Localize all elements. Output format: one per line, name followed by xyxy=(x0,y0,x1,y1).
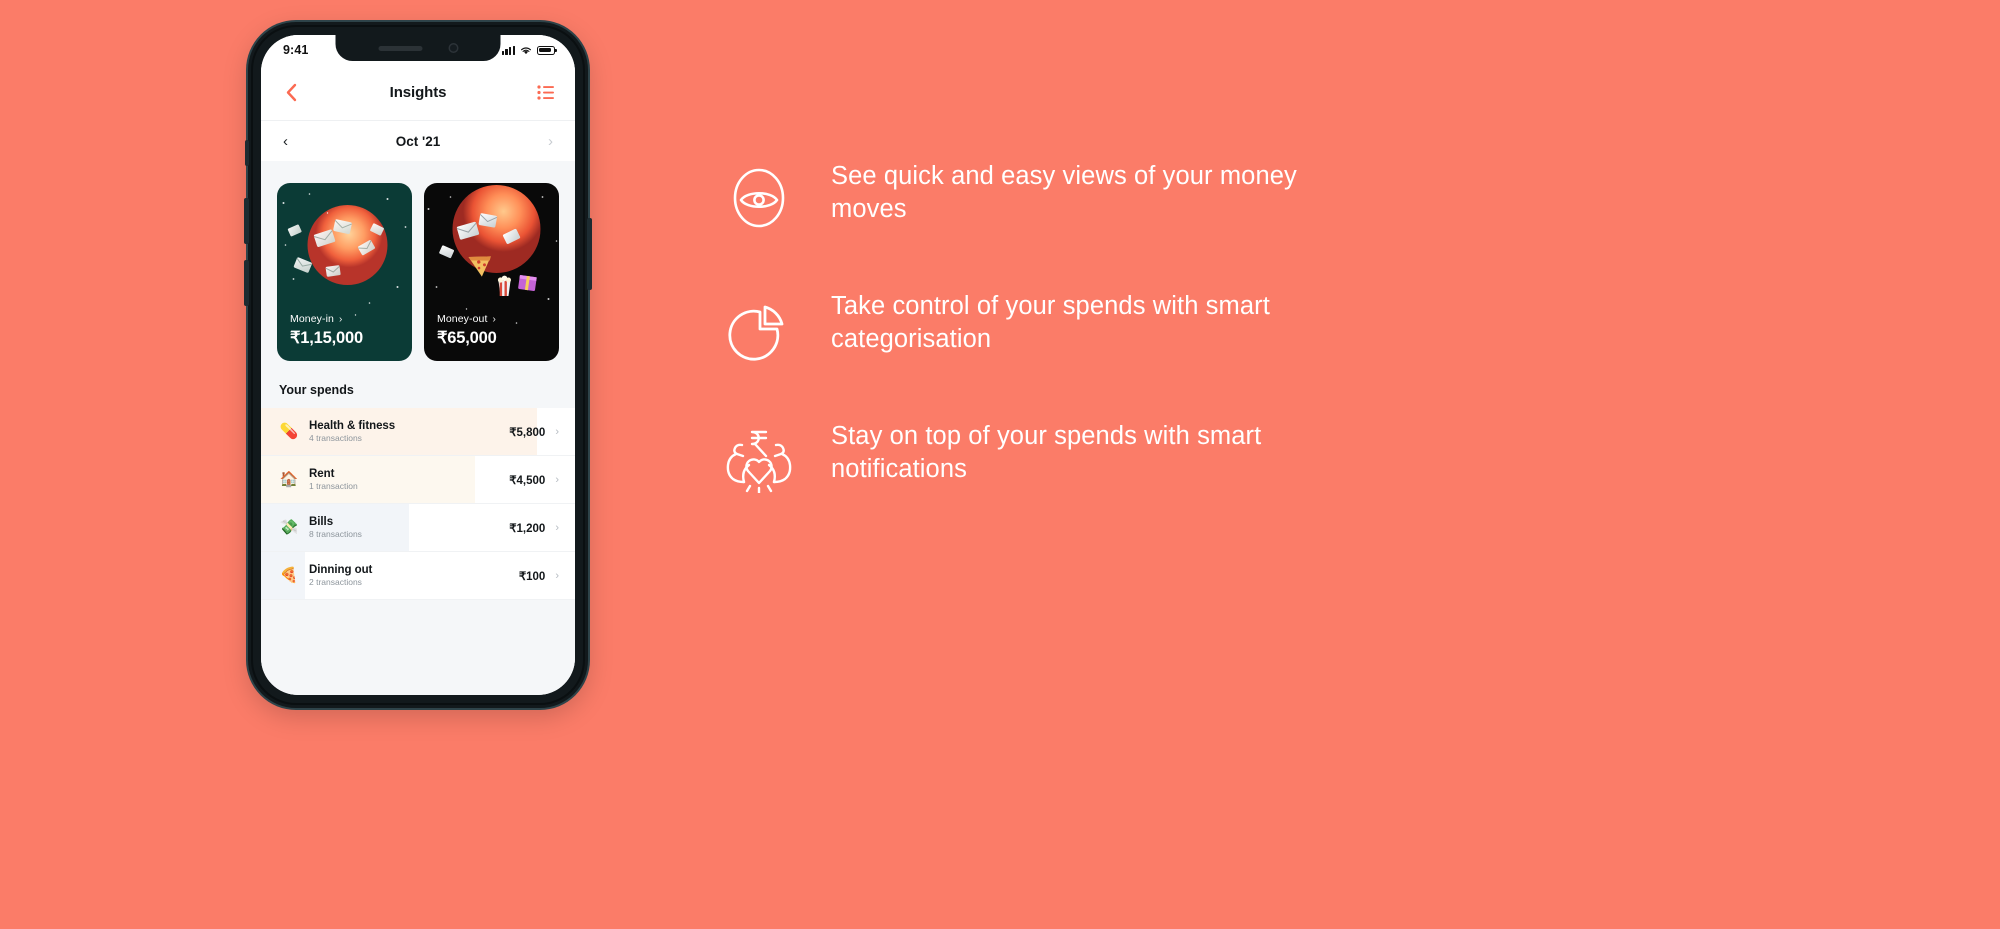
spend-category-name: Dinning out xyxy=(309,564,373,576)
spend-category-name: Rent xyxy=(309,468,335,480)
phone-notch xyxy=(335,35,501,61)
phone-mute-switch[interactable] xyxy=(245,140,249,166)
spend-transaction-count: 8 transactions xyxy=(309,529,362,539)
chevron-right-icon: › xyxy=(555,473,559,486)
status-time: 9:41 xyxy=(283,43,309,57)
feature-text: Stay on top of your spends with smart no… xyxy=(831,422,1262,484)
previous-month-button[interactable]: ‹ xyxy=(283,134,288,149)
money-out-label-text: Money-out xyxy=(437,313,488,325)
next-month-button[interactable]: › xyxy=(548,134,553,149)
spend-transaction-count: 2 transactions xyxy=(309,577,362,587)
spend-row-text: Bills 8 transactions xyxy=(309,516,509,539)
chevron-left-icon xyxy=(286,83,297,102)
pill-icon: 💊 xyxy=(279,423,299,440)
spend-row-text: Health & fitness 4 transactions xyxy=(309,420,509,443)
pie-chart-icon xyxy=(728,305,784,361)
money-in-label: Money-in › xyxy=(290,313,399,325)
spend-amount: ₹100 xyxy=(518,570,546,583)
flexing-arms-rupee-heart-icon-wrap xyxy=(723,422,795,494)
spend-category-list: 💊 Health & fitness 4 transactions ₹5,800… xyxy=(261,408,575,600)
money-summary-cards: Money-in › ₹1,15,000 Money-out › ₹65,000 xyxy=(261,161,575,361)
spend-transaction-count: 4 transactions xyxy=(309,433,362,443)
list-menu-icon xyxy=(536,85,554,100)
house-icon: 🏠 xyxy=(279,471,299,488)
spend-row-rent[interactable]: 🏠 Rent 1 transaction ₹4,500 › xyxy=(261,456,575,504)
phone-volume-down-button[interactable] xyxy=(244,260,249,306)
feature-item-notifications: Stay on top of your spends with smart no… xyxy=(723,420,1363,494)
spend-row-text: Rent 1 transaction xyxy=(309,468,509,491)
app-navigation-bar: Insights xyxy=(261,65,575,120)
back-button[interactable] xyxy=(280,82,302,104)
status-icons xyxy=(501,45,557,55)
phone-screen: 9:41 Insights ‹ Oct '21 › Money-in › ₹1,… xyxy=(261,35,575,695)
spend-transaction-count: 1 transaction xyxy=(309,481,358,491)
chevron-right-icon: › xyxy=(555,425,559,438)
current-month-label: Oct '21 xyxy=(395,133,441,149)
chevron-right-icon: › xyxy=(492,313,496,325)
wifi-icon xyxy=(521,46,531,54)
list-menu-button[interactable] xyxy=(534,82,556,104)
pizza-icon: 🍕 xyxy=(279,567,299,584)
chevron-right-icon: › xyxy=(555,569,559,582)
spend-category-name: Health & fitness xyxy=(309,420,396,432)
spend-amount: ₹4,500 xyxy=(509,474,546,487)
spend-row-bills[interactable]: 💸 Bills 8 transactions ₹1,200 › xyxy=(261,504,575,552)
insights-content: Money-in › ₹1,15,000 Money-out › ₹65,000… xyxy=(261,161,575,695)
front-camera-icon xyxy=(448,43,458,53)
money-in-card[interactable]: Money-in › ₹1,15,000 xyxy=(277,183,412,361)
money-in-amount: ₹1,15,000 xyxy=(290,329,363,347)
month-switcher: ‹ Oct '21 › xyxy=(261,120,575,161)
spend-row-text: Dinning out 2 transactions xyxy=(309,564,519,587)
phone-power-button[interactable] xyxy=(587,218,592,290)
your-spends-heading: Your spends xyxy=(261,361,575,408)
money-in-label-text: Money-in xyxy=(290,313,334,325)
money-out-label: Money-out › xyxy=(437,313,546,325)
feature-text: Take control of your spends with smart c… xyxy=(831,292,1270,354)
feature-list: See quick and easy views of your money m… xyxy=(723,160,1363,494)
spend-amount: ₹1,200 xyxy=(509,522,546,535)
feature-item-categorisation: Take control of your spends with smart c… xyxy=(723,290,1363,364)
eye-icon-wrap xyxy=(723,162,795,234)
pie-chart-icon-wrap xyxy=(723,292,795,364)
spend-category-name: Bills xyxy=(309,516,334,528)
money-with-wings-icon: 💸 xyxy=(279,519,299,536)
spend-row-health-fitness[interactable]: 💊 Health & fitness 4 transactions ₹5,800… xyxy=(261,408,575,456)
eye-icon xyxy=(733,168,785,228)
phone-mockup: 9:41 Insights ‹ Oct '21 › Money-in › ₹1,… xyxy=(244,22,592,708)
feature-item-views: See quick and easy views of your money m… xyxy=(723,160,1363,234)
battery-icon xyxy=(537,45,557,55)
cellular-signal-icon xyxy=(501,45,515,55)
flexing-arms-rupee-heart-icon xyxy=(726,430,792,493)
money-out-card[interactable]: Money-out › ₹65,000 xyxy=(424,183,559,361)
chevron-right-icon: › xyxy=(555,521,559,534)
phone-volume-up-button[interactable] xyxy=(244,198,249,244)
earpiece-speaker-icon xyxy=(378,45,422,51)
page-title: Insights xyxy=(389,84,447,101)
money-out-amount: ₹65,000 xyxy=(437,329,497,347)
feature-text: See quick and easy views of your money m… xyxy=(831,162,1297,224)
spend-amount: ₹5,800 xyxy=(509,426,546,439)
chevron-right-icon: › xyxy=(338,313,343,325)
spend-row-dinning-out[interactable]: 🍕 Dinning out 2 transactions ₹100 › xyxy=(261,552,575,600)
